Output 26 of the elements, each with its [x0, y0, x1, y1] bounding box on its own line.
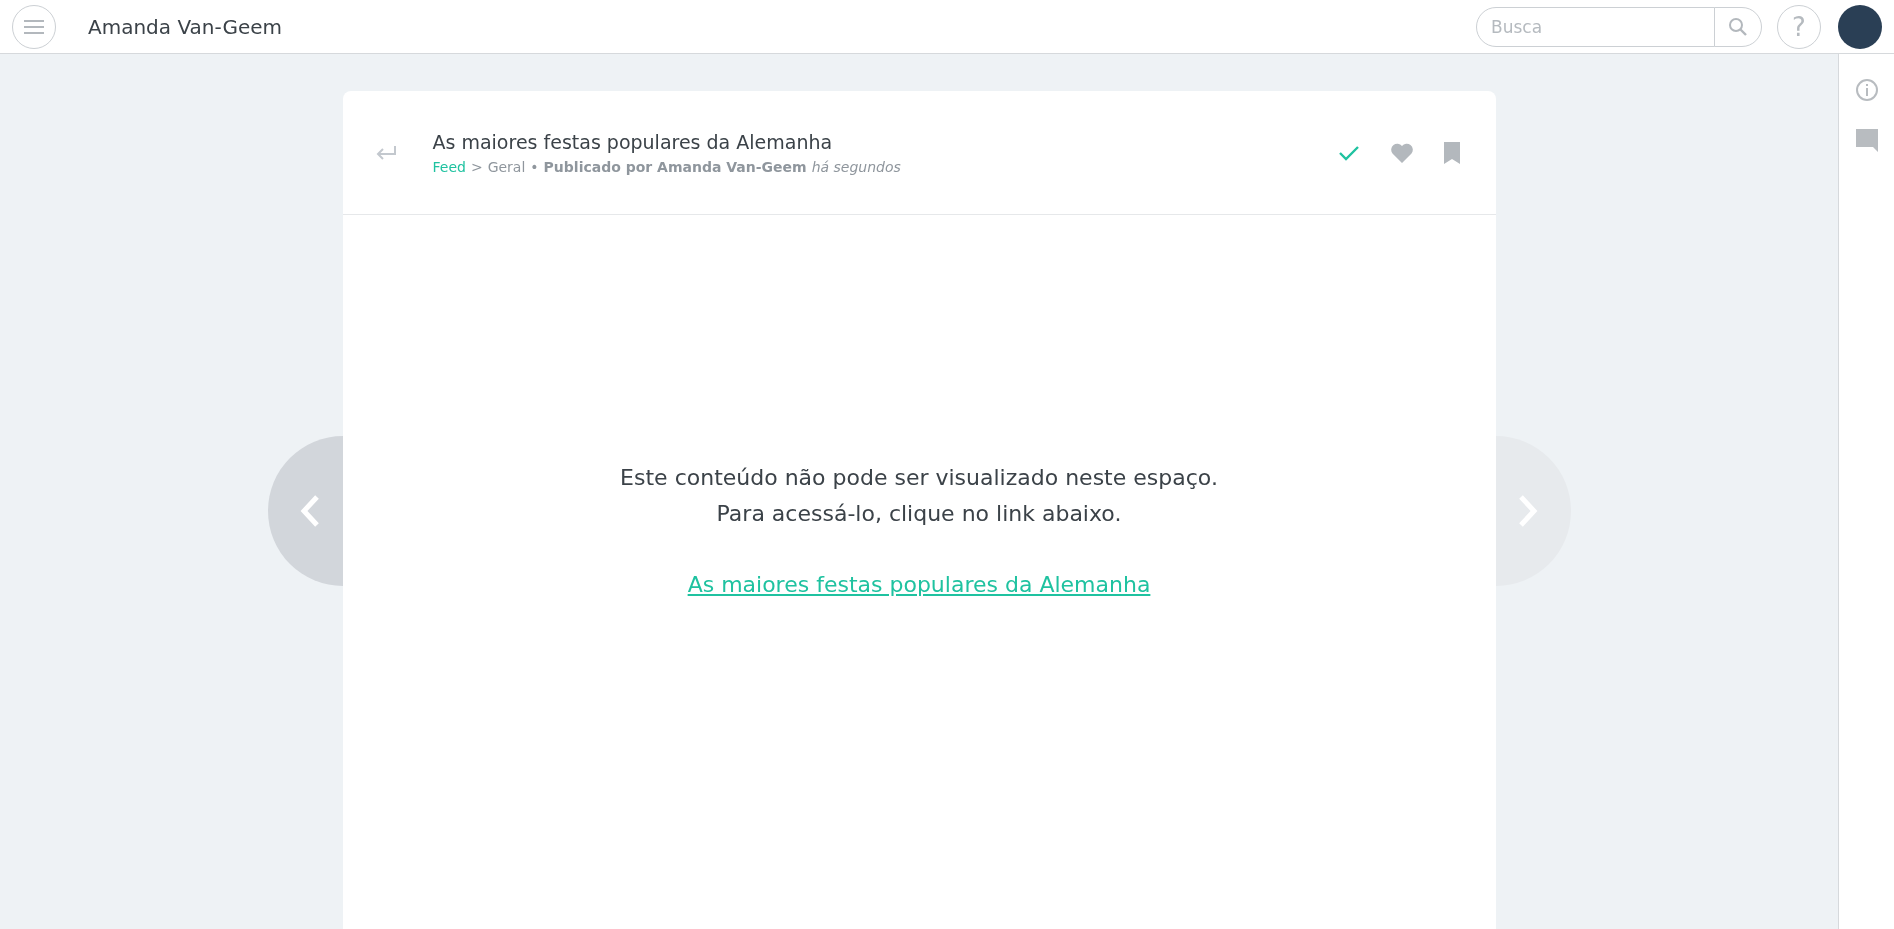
info-icon[interactable]	[1854, 78, 1879, 102]
chevron-left-icon	[299, 494, 321, 528]
menu-button[interactable]	[12, 4, 56, 49]
breadcrumb-separator: >	[470, 158, 483, 175]
user-name: Amanda Van-Geem	[88, 14, 282, 39]
heart-icon[interactable]	[1389, 141, 1414, 164]
post-title: As maiores festas populares da Alemanha	[432, 130, 834, 153]
message-text: Este conteúdo não pode ser visualizado neste espaço.	[620, 464, 1218, 492]
search-field[interactable]: Busca	[1476, 6, 1715, 47]
post-time: há segundos	[811, 158, 901, 175]
check-icon[interactable]	[1337, 144, 1360, 161]
comment-icon[interactable]	[1854, 128, 1879, 152]
chevron-right-icon	[1517, 494, 1539, 528]
category-label: Geral	[487, 158, 526, 175]
search-icon	[1728, 16, 1748, 37]
bullet-separator: •	[530, 158, 539, 175]
bookmark-icon[interactable]	[1443, 141, 1460, 164]
search-button[interactable]	[1714, 6, 1762, 47]
message-text: Para acessá-lo, clique no link abaixo.	[716, 500, 1122, 528]
help-button[interactable]: ?	[1777, 4, 1821, 49]
avatar[interactable]	[1838, 4, 1882, 49]
content-link[interactable]: As maiores festas populares da Alemanha	[687, 572, 1151, 597]
menu-icon	[24, 19, 44, 34]
feed-link[interactable]: Feed	[432, 158, 466, 175]
return-icon[interactable]	[374, 144, 397, 161]
author-label: Publicado por Amanda Van-Geem	[543, 158, 807, 175]
